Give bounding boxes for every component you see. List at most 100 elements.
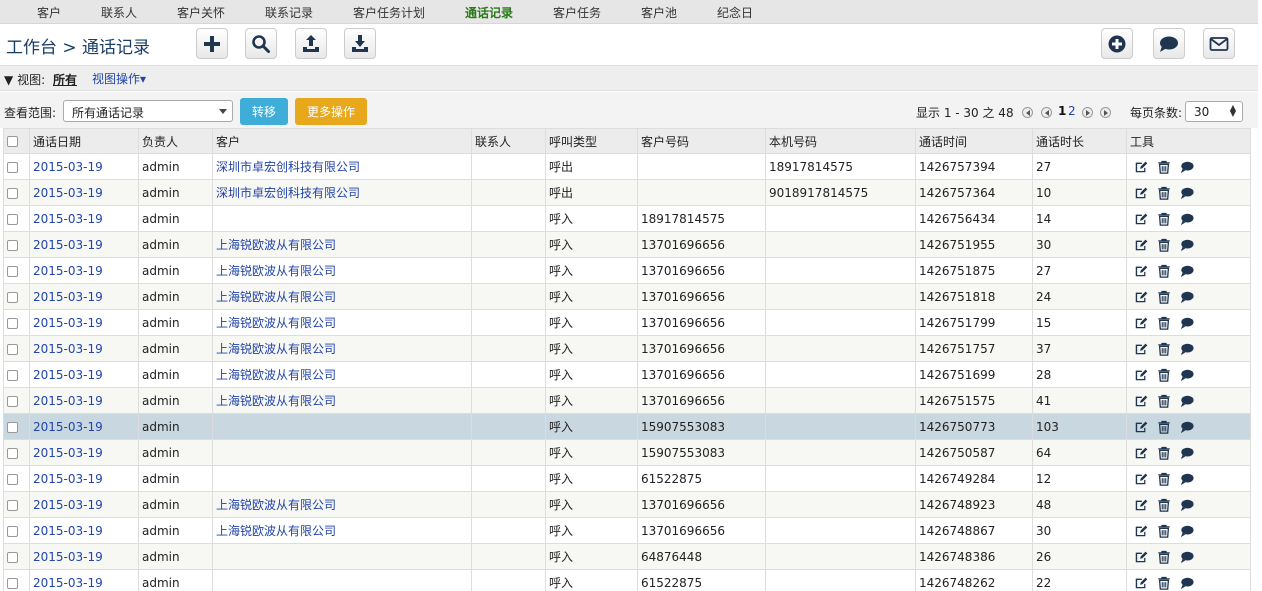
transfer-button[interactable]: 转移 xyxy=(240,98,288,125)
edit-icon[interactable] xyxy=(1134,420,1148,434)
select-all-checkbox[interactable] xyxy=(7,136,18,147)
table-row[interactable]: 2015-03-19 admin 呼入 61522875 1426749284 12 xyxy=(3,465,1251,492)
call-date-link[interactable]: 2015-03-19 xyxy=(33,238,103,252)
add-circle-button[interactable] xyxy=(1101,28,1133,59)
edit-icon[interactable] xyxy=(1134,238,1148,252)
nav-item-anniversary[interactable]: 纪念日 xyxy=(717,4,753,21)
upload-button[interactable] xyxy=(295,28,327,59)
customer-link[interactable]: 上海锐欧波从有限公司 xyxy=(216,394,336,408)
trash-icon[interactable] xyxy=(1157,186,1171,200)
edit-icon[interactable] xyxy=(1134,342,1148,356)
customer-link[interactable]: 上海锐欧波从有限公司 xyxy=(216,368,336,382)
edit-icon[interactable] xyxy=(1134,264,1148,278)
trash-icon[interactable] xyxy=(1157,342,1171,356)
trash-icon[interactable] xyxy=(1157,212,1171,226)
trash-icon[interactable] xyxy=(1157,316,1171,330)
comment-icon[interactable] xyxy=(1180,420,1194,434)
trash-icon[interactable] xyxy=(1157,472,1171,486)
nav-item-customer-tasks[interactable]: 客户任务 xyxy=(553,4,601,21)
customer-link[interactable]: 上海锐欧波从有限公司 xyxy=(216,498,336,512)
call-date-link[interactable]: 2015-03-19 xyxy=(33,550,103,564)
call-date-link[interactable]: 2015-03-19 xyxy=(33,394,103,408)
page-number-current[interactable]: 1 xyxy=(1058,104,1066,118)
call-date-link[interactable]: 2015-03-19 xyxy=(33,264,103,278)
customer-link[interactable]: 上海锐欧波从有限公司 xyxy=(216,524,336,538)
nav-item-customer[interactable]: 客户 xyxy=(37,4,61,21)
row-checkbox[interactable] xyxy=(7,577,18,589)
row-checkbox[interactable] xyxy=(7,317,18,329)
table-row[interactable]: 2015-03-19 admin 呼入 64876448 1426748386 26 xyxy=(3,543,1251,570)
edit-icon[interactable] xyxy=(1134,186,1148,200)
call-date-link[interactable]: 2015-03-19 xyxy=(33,576,103,590)
table-row[interactable]: 2015-03-19 admin 呼入 61522875 1426748262 22 xyxy=(3,569,1251,591)
col-header[interactable]: 呼叫类型 xyxy=(545,128,638,154)
trash-icon[interactable] xyxy=(1157,368,1171,382)
trash-icon[interactable] xyxy=(1157,264,1171,278)
row-checkbox[interactable] xyxy=(7,499,18,511)
customer-link[interactable]: 上海锐欧波从有限公司 xyxy=(216,316,336,330)
row-checkbox[interactable] xyxy=(7,421,18,433)
row-checkbox[interactable] xyxy=(7,551,18,563)
table-row[interactable]: 2015-03-19 admin 呼入 15907553083 1426750587 64 xyxy=(3,439,1251,466)
table-row[interactable]: 2015-03-19 admin 上海锐欧波从有限公司 呼入 13701696656 14… xyxy=(3,491,1251,518)
table-row[interactable]: 2015-03-19 admin 深圳市卓宏创科技有限公司 呼出 90189178145… xyxy=(3,179,1251,206)
message-button[interactable] xyxy=(1153,28,1185,59)
col-header[interactable]: 通话日期 xyxy=(29,128,139,154)
table-row[interactable]: 2015-03-19 admin 上海锐欧波从有限公司 呼入 13701696656 14… xyxy=(3,309,1251,336)
customer-link[interactable]: 上海锐欧波从有限公司 xyxy=(216,238,336,252)
view-ops-dropdown[interactable]: 视图操作▾ xyxy=(92,70,146,87)
customer-link[interactable]: 深圳市卓宏创科技有限公司 xyxy=(216,186,360,200)
call-date-link[interactable]: 2015-03-19 xyxy=(33,472,103,486)
table-row[interactable]: 2015-03-19 admin 上海锐欧波从有限公司 呼入 13701696656 14… xyxy=(3,361,1251,388)
row-checkbox[interactable] xyxy=(7,291,18,303)
page-number-next[interactable]: 2 xyxy=(1068,104,1076,118)
table-row[interactable]: 2015-03-19 admin 上海锐欧波从有限公司 呼入 13701696656 14… xyxy=(3,387,1251,414)
view-all-link[interactable]: 所有 xyxy=(53,71,77,88)
row-checkbox[interactable] xyxy=(7,239,18,251)
trash-icon[interactable] xyxy=(1157,498,1171,512)
add-button[interactable] xyxy=(196,28,228,59)
edit-icon[interactable] xyxy=(1134,394,1148,408)
row-checkbox[interactable] xyxy=(7,213,18,225)
row-checkbox[interactable] xyxy=(7,265,18,277)
customer-link[interactable]: 上海锐欧波从有限公司 xyxy=(216,342,336,356)
prev-page-icon[interactable] xyxy=(1041,107,1052,118)
table-row[interactable]: 2015-03-19 admin 上海锐欧波从有限公司 呼入 13701696656 14… xyxy=(3,335,1251,362)
comment-icon[interactable] xyxy=(1180,472,1194,486)
trash-icon[interactable] xyxy=(1157,394,1171,408)
table-row[interactable]: 2015-03-19 admin 上海锐欧波从有限公司 呼入 13701696656 14… xyxy=(3,231,1251,258)
comment-icon[interactable] xyxy=(1180,160,1194,174)
nav-item-task-plan[interactable]: 客户任务计划 xyxy=(353,4,425,21)
trash-icon[interactable] xyxy=(1157,576,1171,590)
table-row[interactable]: 2015-03-19 admin 上海锐欧波从有限公司 呼入 13701696656 14… xyxy=(3,517,1251,544)
col-header[interactable]: 客户 xyxy=(212,128,472,154)
comment-icon[interactable] xyxy=(1180,186,1194,200)
table-row[interactable]: 2015-03-19 admin 呼入 18917814575 1426756434 14 xyxy=(3,205,1251,232)
edit-icon[interactable] xyxy=(1134,472,1148,486)
col-header[interactable]: 联系人 xyxy=(471,128,546,154)
edit-icon[interactable] xyxy=(1134,212,1148,226)
nav-item-customer-pool[interactable]: 客户池 xyxy=(641,4,677,21)
trash-icon[interactable] xyxy=(1157,446,1171,460)
col-header[interactable]: 本机号码 xyxy=(765,128,916,154)
row-checkbox[interactable] xyxy=(7,343,18,355)
next-page-icon[interactable] xyxy=(1082,107,1093,118)
edit-icon[interactable] xyxy=(1134,524,1148,538)
nav-item-contact-records[interactable]: 联系记录 xyxy=(265,4,313,21)
col-header[interactable]: 客户号码 xyxy=(637,128,766,154)
comment-icon[interactable] xyxy=(1180,446,1194,460)
call-date-link[interactable]: 2015-03-19 xyxy=(33,342,103,356)
comment-icon[interactable] xyxy=(1180,212,1194,226)
edit-icon[interactable] xyxy=(1134,498,1148,512)
trash-icon[interactable] xyxy=(1157,550,1171,564)
table-row[interactable]: 2015-03-19 admin 深圳市卓宏创科技有限公司 呼出 18917814575… xyxy=(3,153,1251,180)
row-checkbox[interactable] xyxy=(7,161,18,173)
col-header[interactable]: 负责人 xyxy=(138,128,213,154)
row-checkbox[interactable] xyxy=(7,369,18,381)
row-checkbox[interactable] xyxy=(7,447,18,459)
trash-icon[interactable] xyxy=(1157,420,1171,434)
edit-icon[interactable] xyxy=(1134,290,1148,304)
comment-icon[interactable] xyxy=(1180,264,1194,278)
comment-icon[interactable] xyxy=(1180,550,1194,564)
comment-icon[interactable] xyxy=(1180,368,1194,382)
